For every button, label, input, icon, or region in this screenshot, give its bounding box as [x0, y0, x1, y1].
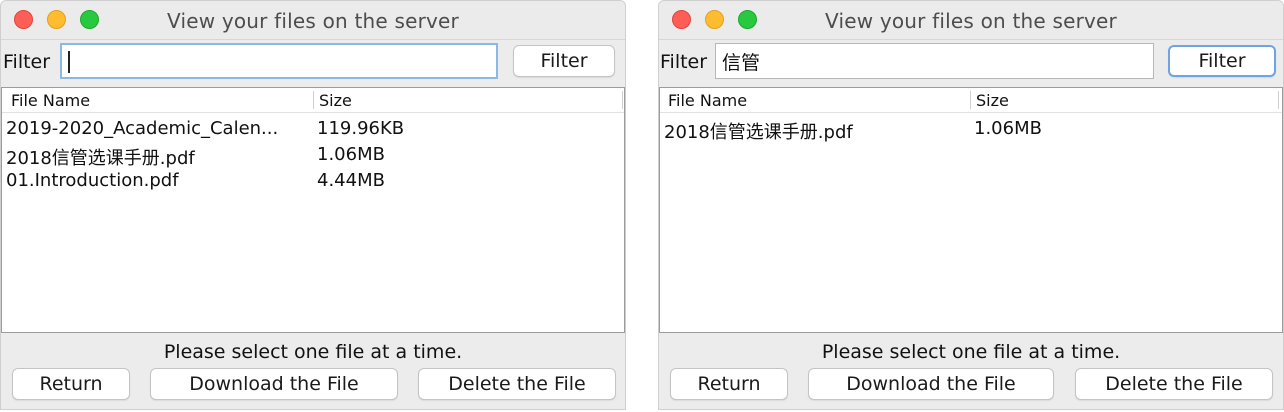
- file-size-cell: 1.06MB: [317, 144, 385, 165]
- table-row[interactable]: 2018信管选课手册.pdf 1.06MB: [2, 142, 624, 169]
- window-title: View your files on the server: [825, 9, 1117, 33]
- filter-button[interactable]: Filter: [513, 45, 615, 77]
- file-table[interactable]: File Name Size 2019-2020_Academic_Calen.…: [1, 87, 625, 333]
- file-name-cell: 01.Introduction.pdf: [6, 170, 179, 191]
- column-header-file-name[interactable]: File Name: [668, 91, 747, 110]
- table-row[interactable]: 2018信管选课手册.pdf 1.06MB: [660, 116, 1282, 143]
- download-file-button[interactable]: Download the File: [150, 368, 398, 400]
- column-header-size[interactable]: Size: [319, 91, 352, 110]
- file-size-cell: 119.96KB: [317, 118, 405, 139]
- file-size-cell: 4.44MB: [317, 170, 385, 191]
- column-header-file-name[interactable]: File Name: [11, 91, 90, 110]
- file-size-cell: 1.06MB: [974, 118, 1042, 139]
- download-file-button[interactable]: Download the File: [808, 368, 1054, 400]
- column-divider[interactable]: [970, 91, 971, 109]
- table-row[interactable]: 01.Introduction.pdf 4.44MB: [2, 168, 624, 194]
- column-divider: [622, 91, 623, 109]
- title-bar: View your files on the server: [1, 1, 625, 40]
- status-message: Please select one file at a time.: [821, 341, 1121, 363]
- status-message: Please select one file at a time.: [163, 341, 463, 363]
- file-name-cell: 2018信管选课手册.pdf: [664, 122, 853, 143]
- filter-input[interactable]: [715, 43, 1154, 79]
- text-caret: [68, 51, 70, 73]
- delete-file-button[interactable]: Delete the File: [1075, 368, 1273, 400]
- table-header: File Name Size: [660, 88, 1282, 113]
- filter-label: Filter: [3, 51, 51, 73]
- title-bar: View your files on the server: [659, 1, 1283, 40]
- file-name-cell: 2019-2020_Academic_Calen...: [6, 118, 279, 139]
- table-header: File Name Size: [2, 88, 624, 113]
- file-name-cell: 2018信管选课手册.pdf: [6, 148, 195, 169]
- delete-file-button[interactable]: Delete the File: [418, 368, 616, 400]
- return-button[interactable]: Return: [12, 368, 130, 400]
- file-browser-window-left: View your files on the server Filter Fil…: [0, 0, 626, 410]
- column-divider: [1278, 91, 1279, 109]
- column-divider[interactable]: [313, 91, 314, 109]
- file-table[interactable]: File Name Size 2018信管选课手册.pdf 1.06MB: [659, 87, 1283, 333]
- filter-button[interactable]: Filter: [1168, 45, 1276, 77]
- table-row[interactable]: 2019-2020_Academic_Calen... 119.96KB: [2, 116, 624, 142]
- return-button[interactable]: Return: [670, 368, 788, 400]
- window-title: View your files on the server: [167, 9, 459, 33]
- filter-label: Filter: [660, 51, 708, 73]
- column-header-size[interactable]: Size: [976, 91, 1009, 110]
- file-browser-window-right: View your files on the server Filter Fil…: [658, 0, 1284, 410]
- filter-input[interactable]: [60, 43, 498, 79]
